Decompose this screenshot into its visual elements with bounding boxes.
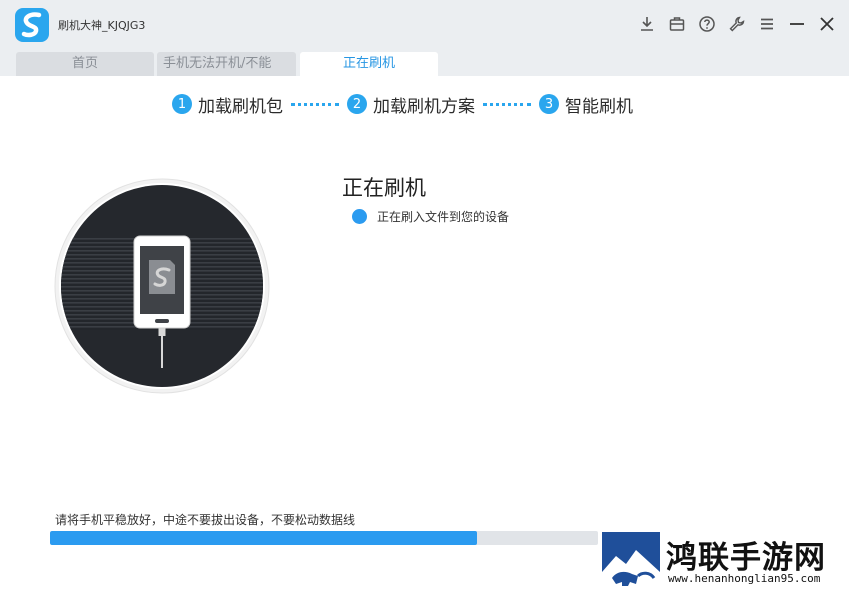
app-logo-icon xyxy=(15,8,49,42)
app-title: 刷机大神_KJQJG3 xyxy=(58,19,146,32)
help-icon[interactable] xyxy=(695,12,719,36)
step-connector xyxy=(291,102,339,106)
status-item: 正在刷入文件到您的设备 xyxy=(352,208,509,225)
tab-phone-not-booting[interactable]: 手机无法开机/不能 xyxy=(157,52,296,76)
step-label: 智能刷机 xyxy=(565,96,633,117)
step-1: 1 加载刷机包 xyxy=(172,92,283,117)
step-connector xyxy=(483,102,531,106)
close-icon[interactable] xyxy=(815,12,839,36)
step-number: 3 xyxy=(539,94,559,114)
step-2: 2 加载刷机方案 xyxy=(347,92,475,117)
step-label: 加载刷机包 xyxy=(198,96,283,117)
progress-bar xyxy=(50,531,598,545)
progress-fill xyxy=(50,531,478,545)
watermark: 鸿联手游网 www.henanhonglian95.com xyxy=(600,530,849,592)
tab-flashing[interactable]: 正在刷机 xyxy=(300,52,438,76)
status-dot-icon xyxy=(352,209,367,224)
tab-home[interactable]: 首页 xyxy=(16,52,154,76)
watermark-title: 鸿联手游网 xyxy=(666,540,826,576)
watermark-logo-icon xyxy=(602,532,660,588)
step-number: 1 xyxy=(172,94,192,114)
step-label: 加载刷机方案 xyxy=(373,96,475,117)
step-indicator: 1 加载刷机包 2 加载刷机方案 3 智能刷机 xyxy=(172,92,633,117)
status-title: 正在刷机 xyxy=(342,176,426,200)
download-icon[interactable] xyxy=(635,12,659,36)
step-3: 3 智能刷机 xyxy=(539,92,633,117)
toolbox-icon[interactable] xyxy=(665,12,689,36)
progress-tip: 请将手机平稳放好，中途不要拔出设备，不要松动数据线 xyxy=(55,513,356,527)
status-text: 正在刷入文件到您的设备 xyxy=(377,210,510,224)
phone-flashing-illustration xyxy=(54,178,270,394)
window-controls xyxy=(635,12,839,36)
title-bar: 刷机大神_KJQJG3 xyxy=(0,0,849,50)
step-number: 2 xyxy=(347,94,367,114)
wrench-icon[interactable] xyxy=(725,12,749,36)
watermark-url: www.henanhonglian95.com xyxy=(668,572,821,585)
minimize-icon[interactable] xyxy=(785,12,809,36)
menu-icon[interactable] xyxy=(755,12,779,36)
tab-bar: 首页 手机无法开机/不能 正在刷机 xyxy=(0,50,849,76)
